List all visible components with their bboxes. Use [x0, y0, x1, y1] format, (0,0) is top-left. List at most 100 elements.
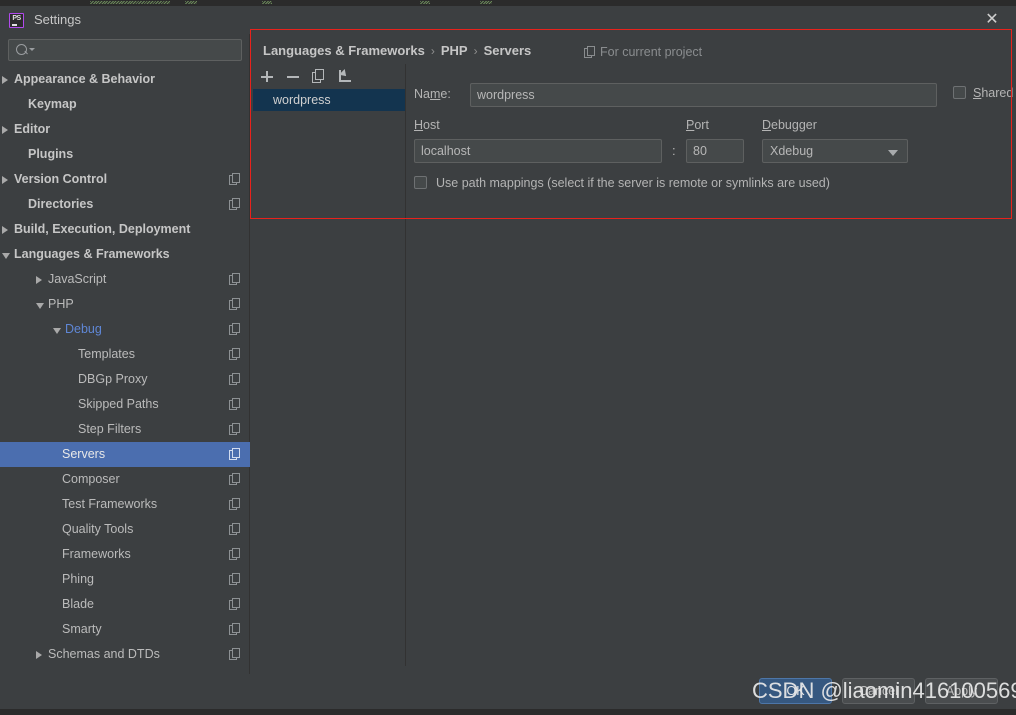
- chevron-right-icon[interactable]: [2, 76, 8, 84]
- sidebar-item-dbgp-proxy[interactable]: DBGp Proxy: [0, 367, 250, 392]
- sidebar-item-frameworks[interactable]: Frameworks: [0, 542, 250, 567]
- ok-button[interactable]: OK: [759, 678, 832, 704]
- copy-server-button[interactable]: [309, 67, 329, 86]
- field-labels-row: Host Port Debugger: [414, 118, 1014, 134]
- search-box[interactable]: [8, 39, 242, 62]
- sidebar-item-label: Composer: [62, 472, 120, 486]
- sidebar-item-php[interactable]: PHP: [0, 292, 250, 317]
- copy-icon: [229, 548, 240, 560]
- sidebar-item-label: Editor: [14, 122, 51, 136]
- host-port-colon: :: [672, 143, 676, 158]
- window-title: Settings: [34, 12, 81, 27]
- sidebar-item-label: Schemas and DTDs: [48, 647, 160, 661]
- copy-icon: [584, 46, 595, 58]
- host-input[interactable]: [414, 139, 662, 163]
- chevron-down-icon[interactable]: [53, 328, 61, 334]
- sidebar-item-javascript[interactable]: JavaScript: [0, 267, 250, 292]
- sidebar-item-composer[interactable]: Composer: [0, 467, 250, 492]
- breadcrumb-separator-2: ›: [473, 44, 478, 58]
- sidebar-item-label: Version Control: [14, 172, 108, 186]
- shared-label: Shared: [973, 86, 1014, 100]
- debugger-label: Debugger: [762, 118, 817, 132]
- remove-server-button[interactable]: [283, 67, 303, 86]
- servers-list: wordpress: [253, 89, 405, 111]
- shared-checkbox[interactable]: [953, 86, 966, 99]
- sidebar-item-quality-tools[interactable]: Quality Tools: [0, 517, 250, 542]
- chevron-down-icon: [888, 150, 898, 156]
- search-field-wrapper: [8, 39, 242, 62]
- servers-list-panel: wordpress: [253, 64, 406, 666]
- sidebar-item-label: Plugins: [28, 147, 74, 161]
- settings-main-panel: Languages & Frameworks › PHP › Servers For c…: [251, 34, 1016, 674]
- server-form: Name: Shared Host Port Debugger : Xdebug: [406, 64, 1016, 666]
- server-list-item[interactable]: wordpress: [253, 89, 405, 111]
- host-label: Host: [414, 118, 440, 132]
- chevron-right-icon[interactable]: [2, 126, 8, 134]
- chevron-down-icon[interactable]: [36, 303, 44, 309]
- sidebar-item-test-frameworks[interactable]: Test Frameworks: [0, 492, 250, 517]
- search-input[interactable]: [33, 40, 237, 62]
- sidebar-item-label: Test Frameworks: [62, 497, 158, 511]
- title-bar: PS Settings ✕: [0, 6, 1016, 34]
- debugger-select[interactable]: Xdebug: [762, 139, 908, 163]
- path-mappings-label: Use path mappings (select if the server …: [436, 176, 830, 190]
- phpstorm-icon: PS: [9, 13, 24, 28]
- sidebar-item-keymap[interactable]: Keymap: [0, 92, 250, 117]
- sidebar-item-label: DBGp Proxy: [78, 372, 148, 386]
- chevron-right-icon[interactable]: [36, 651, 42, 659]
- search-icon-handle: [24, 50, 28, 55]
- sidebar-item-phing[interactable]: Phing: [0, 567, 250, 592]
- breadcrumb-part-2[interactable]: PHP: [441, 43, 468, 58]
- chevron-right-icon[interactable]: [36, 276, 42, 284]
- sidebar-item-debug[interactable]: Debug: [0, 317, 250, 342]
- sidebar-item-appearance-behavior[interactable]: Appearance & Behavior: [0, 67, 250, 92]
- sidebar-item-build-execution-deployment[interactable]: Build, Execution, Deployment: [0, 217, 250, 242]
- copy-icon: [229, 323, 240, 335]
- servers-toolbar: [253, 64, 406, 89]
- shared-checkbox-row[interactable]: Shared: [953, 86, 1013, 100]
- sidebar-item-templates[interactable]: Templates: [0, 342, 250, 367]
- sidebar-item-servers[interactable]: Servers: [0, 442, 250, 467]
- sidebar-item-label: Skipped Paths: [78, 397, 159, 411]
- cancel-button[interactable]: Cancel: [842, 678, 915, 704]
- sidebar-item-blade[interactable]: Blade: [0, 592, 250, 617]
- sidebar-item-editor[interactable]: Editor: [0, 117, 250, 142]
- sidebar-item-step-filters[interactable]: Step Filters: [0, 417, 250, 442]
- name-input[interactable]: [470, 83, 937, 107]
- port-label: Port: [686, 118, 709, 132]
- sidebar-item-label: PHP: [48, 297, 74, 311]
- sidebar-item-version-control[interactable]: Version Control: [0, 167, 250, 192]
- chevron-right-icon[interactable]: [2, 226, 8, 234]
- path-mappings-checkbox[interactable]: [414, 176, 427, 189]
- sidebar-item-skipped-paths[interactable]: Skipped Paths: [0, 392, 250, 417]
- copy-icon: [229, 448, 240, 460]
- path-mappings-row[interactable]: Use path mappings (select if the server …: [414, 176, 830, 190]
- field-inputs-row: : Xdebug: [414, 139, 1014, 165]
- sidebar-item-languages-frameworks[interactable]: Languages & Frameworks: [0, 242, 250, 267]
- name-row: Name: Shared: [414, 83, 1014, 107]
- breadcrumb-separator-1: ›: [430, 44, 435, 58]
- copy-icon: [229, 523, 240, 535]
- chevron-down-icon[interactable]: [2, 253, 10, 259]
- add-server-button[interactable]: [257, 67, 277, 86]
- copy-icon: [229, 573, 240, 585]
- breadcrumb-part-1[interactable]: Languages & Frameworks: [263, 43, 425, 58]
- settings-sidebar: Appearance & Behavior Keymap Editor Plugins…: [0, 34, 250, 715]
- sidebar-item-plugins[interactable]: Plugins: [0, 142, 250, 167]
- port-input[interactable]: [686, 139, 744, 163]
- sidebar-item-label: Step Filters: [78, 422, 142, 436]
- copy-icon: [229, 298, 240, 310]
- chevron-right-icon[interactable]: [2, 176, 8, 184]
- settings-tree: Appearance & Behavior Keymap Editor Plugins…: [0, 67, 250, 667]
- sidebar-item-directories[interactable]: Directories: [0, 192, 250, 217]
- bottom-strip: [0, 709, 1016, 715]
- import-server-button[interactable]: [335, 67, 355, 86]
- sidebar-item-smarty[interactable]: Smarty: [0, 617, 250, 642]
- apply-button[interactable]: Apply: [925, 678, 998, 704]
- close-icon[interactable]: ✕: [982, 12, 1002, 30]
- sidebar-item-label: Languages & Frameworks: [14, 247, 170, 261]
- settings-dialog: PS Settings ✕ Appearance & Behavior Keyma…: [0, 0, 1016, 715]
- sidebar-item-label: Debug: [65, 322, 102, 336]
- sidebar-item-label: Build, Execution, Deployment: [14, 222, 191, 236]
- sidebar-item-schemas-and-dtds[interactable]: Schemas and DTDs: [0, 642, 250, 667]
